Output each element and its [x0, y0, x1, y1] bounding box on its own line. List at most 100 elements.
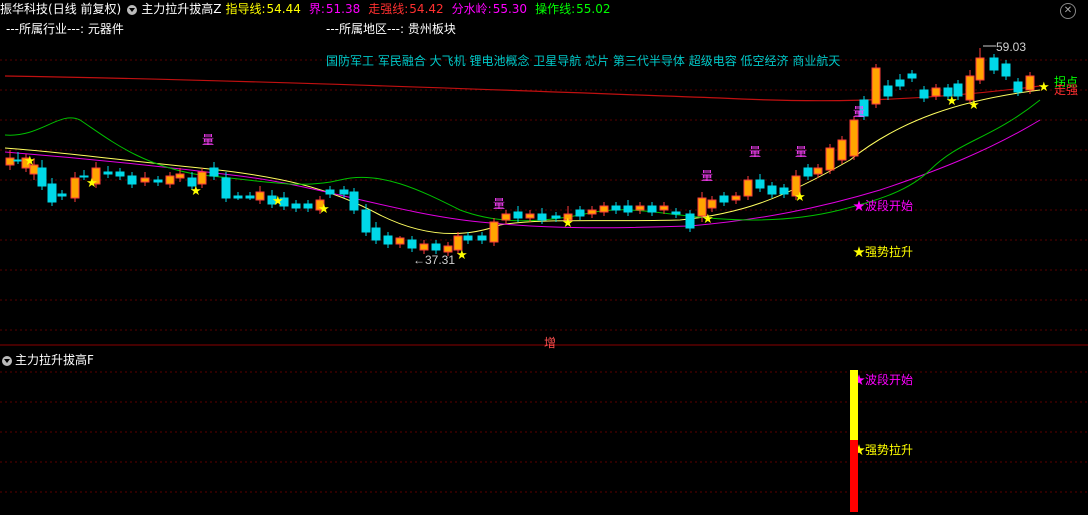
signal-star: ★ [968, 98, 980, 113]
candle-body [140, 177, 150, 183]
candle-body [291, 203, 301, 209]
candle-body [361, 209, 371, 233]
indicator-title[interactable]: 主力拉升拔高Z [141, 0, 221, 17]
candle-body [659, 205, 669, 211]
candle-body [325, 189, 335, 195]
sub-indicator-menu-icon[interactable] [2, 355, 12, 366]
candle-body [587, 209, 597, 215]
candle-body [463, 235, 473, 241]
indicator-menu-icon[interactable] [127, 4, 138, 15]
candle-body [13, 159, 23, 162]
header-field-label: 操作线: [535, 2, 576, 16]
candle-body [221, 177, 231, 199]
volume-mark: 量 [795, 145, 807, 159]
volume-mark: 量 [202, 133, 214, 147]
header-field-value: 54.44 [266, 2, 301, 16]
concept-list: 国防军工 军民融合 大飞机 锂电池概念 卫星导航 芯片 第三代半导体 超级电容 … [326, 54, 841, 68]
candle-body [883, 85, 893, 97]
candle-body [209, 167, 219, 177]
candle-body [37, 167, 47, 187]
signal-star: ★ [946, 94, 958, 109]
candle-body [1025, 75, 1035, 91]
header-field-label: 界: [308, 2, 325, 16]
signal-star: ★ [1038, 80, 1050, 95]
candle-body [813, 167, 823, 175]
candle-body [383, 235, 393, 245]
candle-body [115, 171, 125, 177]
candle-body [965, 75, 975, 101]
candle-body [551, 215, 561, 219]
candle-body [685, 213, 695, 229]
candle-body [871, 67, 881, 105]
strong-rise-bar [850, 440, 858, 512]
candle-body [477, 235, 487, 241]
low-price-label: ←37.31 [413, 253, 455, 267]
candle-body [175, 173, 185, 179]
candle-body [525, 213, 535, 219]
candle-body [197, 171, 207, 185]
volume-mark: 量 [493, 197, 505, 211]
candle-body [371, 227, 381, 241]
candle-body [755, 179, 765, 189]
header-field-value: 55.02 [576, 2, 611, 16]
signal-star: ★ [794, 190, 806, 205]
volume-mark: 量 [749, 145, 761, 159]
header-field-label: 指导线: [225, 2, 266, 16]
candle-body [743, 179, 753, 197]
signal-star: ★ [24, 154, 36, 169]
signal-star: ★ [456, 248, 468, 263]
candle-body [303, 203, 313, 209]
candle-body [931, 87, 941, 97]
right-edge-label: 走强 [1054, 83, 1078, 97]
candle-body [245, 195, 255, 199]
candle-body [1001, 63, 1011, 77]
sub-panel-header: 主力拉升拔高F [0, 351, 94, 368]
signal-star: ★ [562, 216, 574, 231]
candle-body [707, 199, 717, 209]
sub-panel-title[interactable]: 主力拉升拔高F [15, 353, 94, 367]
header-field-label: 走强线: [368, 2, 409, 16]
candle-body [233, 195, 243, 199]
header-field: 走强线:54.42 [368, 0, 447, 17]
wave-start-label: ★波段开始 [853, 198, 913, 213]
header-field: 指导线:54.44 [225, 0, 304, 17]
candle-body [153, 179, 163, 183]
volume-mark: 量 [701, 169, 713, 183]
industry-value: 元器件 [87, 22, 124, 36]
candle-body [70, 177, 80, 199]
candle-body [635, 205, 645, 211]
candle-body [1013, 81, 1023, 93]
candle-body [825, 147, 835, 171]
sub-strong-rise-label: ★强势拉升 [853, 442, 913, 457]
header-field: 界:51.38 [309, 0, 364, 17]
candle-body [731, 195, 741, 201]
candle-body [907, 73, 917, 79]
candle-body [57, 193, 67, 197]
candle-body [47, 183, 57, 203]
candle-body [5, 157, 15, 166]
candle-body [537, 213, 547, 221]
candle-body [349, 191, 359, 211]
candle-body [647, 205, 657, 213]
high-price-label: 59.03 [996, 40, 1026, 54]
candle-body [837, 139, 847, 161]
candle-body [443, 245, 453, 253]
period-label: (日线 前复权) [48, 2, 122, 16]
header-field-label: 分水岭: [451, 2, 492, 16]
candle-body [719, 195, 729, 203]
candle-body [779, 187, 789, 195]
close-icon[interactable]: ✕ [1060, 3, 1076, 19]
industry-info: ---所属行业---: 元器件 [6, 20, 124, 38]
region-label: ---所属地区---: [326, 22, 405, 36]
header-field: 操作线:55.02 [535, 0, 614, 17]
volume-mark: 量 [853, 105, 865, 119]
candle-body [803, 167, 813, 177]
candle-body [671, 211, 681, 215]
candle-body [407, 239, 417, 249]
candle-body [623, 205, 633, 213]
stock-name[interactable]: 振华科技 [0, 0, 48, 17]
header-field-value: 51.38 [325, 2, 361, 16]
candle-body [611, 205, 621, 211]
candle-body [127, 175, 137, 185]
strong-rise-label: ★强势拉升 [853, 244, 913, 259]
